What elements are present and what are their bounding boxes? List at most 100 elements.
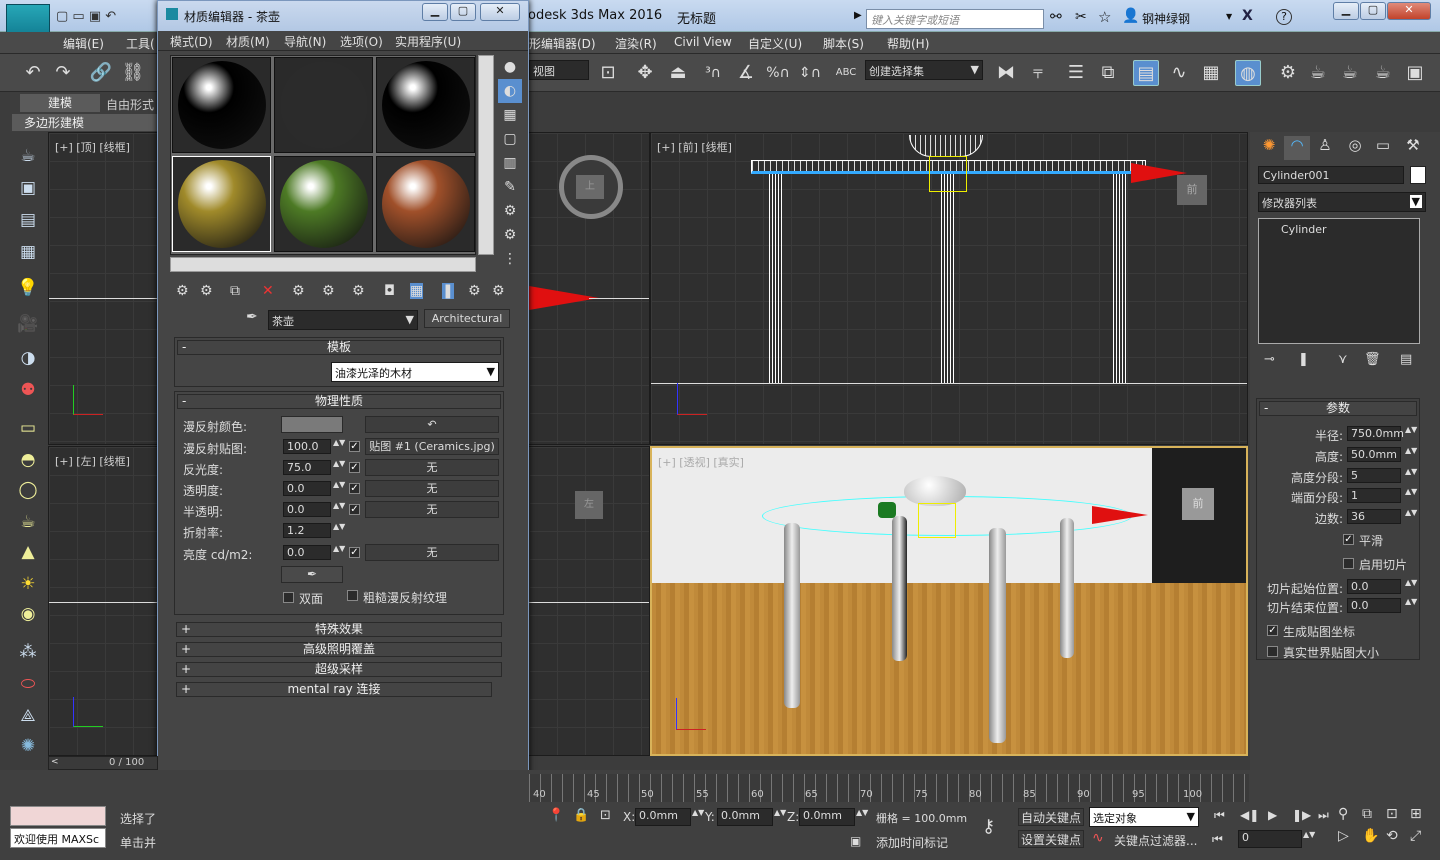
cap-segments-value[interactable]: 1 — [1347, 488, 1401, 503]
spinner-arrows-icon[interactable]: ▲▼ — [333, 438, 345, 447]
play-icon[interactable]: ▶ — [1268, 808, 1277, 822]
make-unique-icon[interactable]: ⚙ — [322, 283, 335, 299]
menu-edit[interactable]: 编辑(E) — [63, 35, 104, 52]
pan-icon[interactable]: ✋ — [1362, 828, 1379, 844]
unlink-icon[interactable]: ⛓ — [120, 60, 146, 86]
diffuse-map-button[interactable]: 贴图 #1 (Ceramics.jpg) — [365, 438, 499, 455]
spinner-arrows-icon[interactable]: ▲▼ — [1405, 467, 1417, 476]
spinner-arrows-icon[interactable]: ▲▼ — [774, 808, 786, 817]
pin-icon[interactable]: 📍 — [548, 808, 564, 823]
tab-modeling[interactable]: 建模 — [20, 94, 100, 112]
render-window-icon[interactable]: ▣ — [1402, 60, 1428, 86]
key-mode-dropdown[interactable]: 选定对象 ▼ — [1089, 807, 1199, 827]
viewport-top[interactable]: [+] [顶] [线框] — [48, 132, 158, 445]
set-key-button[interactable]: 设置关键点 — [1018, 830, 1084, 848]
make-preview-icon[interactable]: ✎ — [498, 175, 522, 199]
tools-icon[interactable]: ✂ — [1075, 9, 1087, 25]
cone-icon[interactable]: ▲ — [14, 539, 42, 565]
get-material-icon[interactable]: ⚙ — [176, 283, 189, 299]
pivot-icon[interactable]: ⊡ — [595, 60, 621, 86]
viewport-left[interactable]: [+] [左] [线框] — [48, 446, 158, 756]
minimize-button[interactable]: ▁ — [1333, 2, 1359, 20]
assign-material-icon[interactable]: ⧉ — [230, 283, 240, 299]
viewport-perspective[interactable]: [+] [透视] [真实] 前 — [650, 446, 1248, 756]
tab-freeform[interactable]: 自由形式 — [106, 96, 154, 113]
diffuse-map-amount[interactable]: 100.0 — [283, 439, 331, 454]
render-icon[interactable]: ☕ — [1337, 60, 1363, 86]
show-end-icon[interactable]: ❚ — [1298, 352, 1309, 367]
material-editor-close[interactable]: ✕ — [480, 3, 520, 21]
sphere-icon[interactable]: ◯ — [14, 477, 42, 503]
network-icon[interactable]: ⟁ — [14, 703, 42, 729]
undo-icon[interactable]: ↶ — [20, 60, 46, 86]
zoom-extents-all-icon[interactable]: ⊞ — [1410, 806, 1422, 822]
light-icon[interactable]: 💡 — [14, 275, 42, 301]
material-id-icon[interactable]: ◘ — [384, 283, 395, 299]
absolute-mode-icon[interactable]: ⊡ — [600, 808, 611, 823]
delete-material-icon[interactable]: ✕ — [262, 283, 274, 299]
material-navigator-icon[interactable]: ⋮ — [498, 247, 522, 271]
menu-tools[interactable]: 工具( — [126, 35, 155, 52]
rollout-mental-ray[interactable]: + mental ray 连接 — [176, 682, 492, 697]
close-button[interactable]: ✕ — [1387, 2, 1431, 20]
material-editor-minimize[interactable]: ▁ — [422, 3, 448, 21]
options-icon[interactable]: ⚙ — [498, 199, 522, 223]
hierarchy-tab-icon[interactable]: ♙ — [1312, 136, 1338, 154]
key-icon[interactable]: ⚷ — [982, 816, 995, 837]
object-color-swatch[interactable] — [1410, 166, 1426, 184]
spinner-arrows-icon[interactable]: ▲▼ — [1405, 487, 1417, 496]
ribbon-polygon-modeling[interactable]: 多边形建模 — [12, 114, 162, 131]
half-sphere-icon[interactable]: ◑ — [14, 345, 42, 371]
material-editor-maximize[interactable]: ▢ — [450, 3, 476, 21]
viewcube-persp[interactable]: 前 — [1182, 488, 1214, 520]
template-dropdown[interactable]: 油漆光泽的木材 ▼ — [331, 362, 499, 382]
scene-explorer-icon[interactable]: ⧉ — [1095, 60, 1121, 86]
put-library-icon[interactable]: ⚙ — [352, 283, 365, 299]
binoculars-icon[interactable]: ⚯ — [1050, 9, 1062, 25]
user-name[interactable]: 钢神绿钢 — [1142, 10, 1190, 27]
torus-icon[interactable]: ◉ — [14, 601, 42, 627]
diffuse-color-reset-button[interactable]: ↶ — [365, 416, 499, 433]
radius-value[interactable]: 750.0mm — [1347, 426, 1404, 441]
create-tab-icon[interactable]: ✺ — [1256, 136, 1282, 160]
slice-to-value[interactable]: 0.0 — [1347, 598, 1401, 613]
put-to-scene-icon[interactable]: ⚙ — [200, 283, 213, 299]
zoom-all-icon[interactable]: ⧉ — [1362, 806, 1372, 822]
viewport-front[interactable]: [+] [前] [线框] 前 — [650, 132, 1248, 445]
pill-icon[interactable]: ⬭ — [14, 671, 42, 697]
spinner-arrows-icon[interactable]: ▲▼ — [333, 522, 345, 531]
viewport-front-label[interactable]: [+] [前] [线框] — [657, 139, 732, 155]
translucency-value[interactable]: 0.0 — [283, 502, 331, 517]
make-unique-icon[interactable]: ⋎ — [1338, 352, 1348, 367]
me-menu-options[interactable]: 选项(O) — [340, 33, 383, 50]
curve-editor-icon[interactable]: ∿ — [1166, 60, 1192, 86]
material-editor-icon[interactable]: ◍ — [1235, 60, 1261, 86]
redo-icon[interactable]: ↷ — [50, 60, 76, 86]
spinner-arrows-icon[interactable]: ▲▼ — [1303, 830, 1315, 839]
ribbon-toggle-icon[interactable]: ▤ — [1133, 60, 1159, 86]
spinner-arrows-icon[interactable]: ▲▼ — [1405, 578, 1417, 587]
viewport-top-label[interactable]: [+] [顶] [线框] — [55, 139, 130, 155]
angle-snap-icon[interactable]: ∡ — [733, 60, 759, 86]
configure-sets-icon[interactable]: ▤ — [1400, 352, 1412, 367]
maxscript-listener-pink[interactable] — [10, 806, 106, 826]
eyedropper-icon[interactable]: ✒ — [246, 309, 258, 325]
next-frame-icon[interactable]: ❚▶ — [1292, 808, 1311, 822]
render-iterative-icon[interactable]: ☕ — [1370, 60, 1396, 86]
key-mode-toggle-icon[interactable]: ⏮ — [1212, 832, 1223, 847]
zoom-icon[interactable]: ⚲ — [1338, 806, 1348, 822]
goto-start-icon[interactable]: ⏮ — [1214, 808, 1225, 823]
orbit-icon[interactable]: ⟲ — [1386, 828, 1398, 844]
sun-icon[interactable]: ☀ — [14, 571, 42, 597]
material-slot-6[interactable] — [376, 156, 475, 252]
particle-icon[interactable]: ⁂ — [14, 639, 42, 665]
render-setup-icon[interactable]: ⚙ — [1275, 60, 1301, 86]
pin-stack-icon[interactable]: ⊸ — [1264, 352, 1275, 367]
y-coordinate[interactable]: 0.0mm — [717, 808, 773, 826]
spinner-arrows-icon[interactable]: ▲▼ — [1405, 508, 1417, 517]
modifier-list-dropdown[interactable]: 修改器列表 ▼ — [1258, 192, 1426, 212]
rollout-parameters-header[interactable]: - 参数 — [1259, 401, 1417, 416]
height-segments-value[interactable]: 5 — [1347, 468, 1401, 483]
luminance-map-button[interactable]: 无 — [365, 544, 499, 561]
luminance-value[interactable]: 0.0 — [283, 545, 331, 560]
